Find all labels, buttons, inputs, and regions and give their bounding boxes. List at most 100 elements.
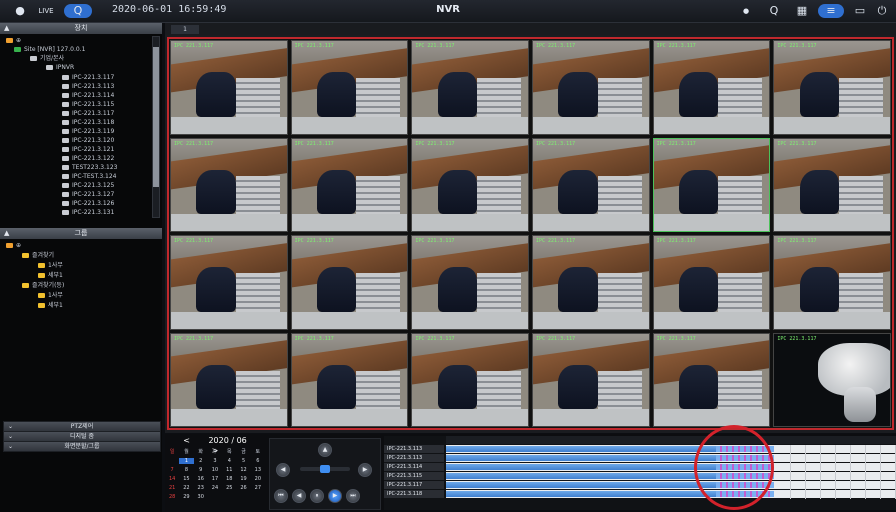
timeline-row[interactable] [446,445,896,453]
view-tab[interactable]: 1 [171,25,199,34]
user-icon[interactable]: ● [14,4,26,18]
pause-button[interactable]: ⏸ [310,489,324,503]
timeline-row[interactable] [446,463,896,471]
camera-tile[interactable]: IPC 221.3.117 [170,40,288,135]
calendar-day[interactable]: 10 [208,467,222,473]
camera-tile[interactable]: IPC 221.3.117 [773,332,891,427]
prev-month-button[interactable]: < [183,436,190,445]
camera-tile[interactable]: IPC 221.3.117 [170,235,288,330]
tree-item[interactable]: IPC-221.3.126 [62,200,114,208]
camera-tile[interactable]: IPC 221.3.117 [531,332,650,427]
tree-item[interactable]: IPC-221.3.125 [62,182,114,190]
tree-item[interactable]: Site [NVR] 127.0.0.1 [14,46,85,54]
group-section-header[interactable]: ▲ 그룹 [0,228,162,239]
group-item[interactable]: 세부1 [38,302,63,310]
timeline[interactable]: IPC-221.3.113 IPC-221.3.113 IPC-221.3.114 I… [384,436,896,510]
calendar-day[interactable]: 25 [222,485,236,491]
camera-tile[interactable]: IPC 221.3.117 [411,235,529,330]
record-icon[interactable]: ● [740,4,752,18]
collapse-icon[interactable]: ▲ [4,23,9,34]
step-back-button[interactable]: ◀ [292,489,306,503]
camera-tile[interactable]: IPC 221.3.117 [773,235,891,330]
camera-tile[interactable]: IPC 221.3.117 [531,235,650,330]
camera-tile[interactable]: IPC 221.3.117 [773,137,891,232]
group-item[interactable]: 1사무 [38,292,63,300]
group-item[interactable]: 세부1 [38,272,63,280]
camera-tile[interactable]: IPC 221.3.117 [411,40,529,135]
collapse-icon[interactable]: ▲ [4,228,9,239]
camera-tile[interactable]: IPC 221.3.117 [652,40,771,135]
tree-item[interactable]: IPC-221.3.114 [62,92,114,100]
camera-tile[interactable]: IPC 221.3.117 [290,40,409,135]
group-item[interactable]: 즐겨찾기 [22,252,54,260]
skip-start-button[interactable]: ⏮ [274,489,288,503]
camera-tile[interactable]: IPC 221.3.117 [290,137,409,232]
timeline-rows[interactable] [446,445,896,499]
calendar-day[interactable]: 18 [222,476,236,482]
calendar-day[interactable]: 27 [251,485,265,491]
calendar-day[interactable]: 8 [179,467,193,473]
camera-tile[interactable]: IPC 221.3.117 [531,137,650,232]
calendar-day[interactable]: 17 [208,476,222,482]
tree-item[interactable]: IPC-221.3.117 [62,74,114,82]
camera-tile[interactable]: IPC 221.3.117 [170,137,288,232]
calendar-day[interactable]: 24 [208,485,222,491]
tree-item[interactable]: IPC-221.3.122 [62,155,114,163]
tree-item[interactable]: IPC-221.3.117 [62,110,114,118]
calendar-day[interactable]: 26 [236,485,250,491]
tree-root[interactable]: ⊕ [6,37,21,45]
timeline-row[interactable] [446,472,896,480]
calendar-day[interactable]: 3 [208,458,222,464]
calendar-day[interactable]: 29 [179,494,193,500]
speed-slider[interactable] [300,465,350,473]
live-button[interactable]: LIVE [36,4,56,18]
timeline-row[interactable] [446,490,896,498]
timeline-channel-label[interactable]: IPC-221.3.114 [384,463,444,471]
camera-tile[interactable]: IPC 221.3.117 [290,332,409,427]
timeline-channel-label[interactable]: IPC-221.3.113 [384,454,444,462]
timeline-channel-label[interactable]: IPC-221.3.115 [384,472,444,480]
timeline-row[interactable] [446,454,896,462]
tree-item[interactable]: IPC-TEST.3.124 [62,173,117,181]
tree-item[interactable]: IPC-221.3.113 [62,83,114,91]
calendar-day[interactable]: 1 [179,458,194,464]
layout-icon[interactable]: ▦ [796,4,808,18]
device-tree-scrollbar[interactable] [152,36,160,218]
calendar-day[interactable]: 12 [236,467,250,473]
calendar-day[interactable]: 5 [236,458,250,464]
camera-tile[interactable]: IPC 221.3.117 [531,40,650,135]
calendar-day[interactable]: 2 [194,458,208,464]
calendar-day[interactable]: 19 [236,476,250,482]
calendar-day[interactable]: 6 [251,458,265,464]
calendar-day[interactable]: 4 [222,458,236,464]
layout-group-toggle[interactable]: ⌄ 화면분할/그룹 [3,441,161,452]
tree-item[interactable]: TEST223.3.123 [62,164,117,172]
play-button[interactable]: ▶ [328,489,342,503]
calendar-day[interactable]: 14 [165,476,179,482]
camera-tile[interactable]: IPC 221.3.117 [652,332,771,427]
timeline-row[interactable] [446,481,896,489]
tree-item[interactable]: IPC-221.3.120 [62,137,114,145]
tree-item[interactable]: IPC-221.3.115 [62,101,114,109]
search-button[interactable]: Q [64,4,92,18]
power-icon[interactable]: ⏻ [876,4,888,18]
skip-end-button[interactable]: ⏭ [346,489,360,503]
search-icon[interactable]: Q [768,4,780,18]
calendar-day[interactable]: 30 [194,494,208,500]
window-icon[interactable]: ▭ [854,4,866,18]
tree-item[interactable]: IPNVR [46,64,74,72]
camera-tile[interactable]: IPC 221.3.117 [773,40,891,135]
camera-tile[interactable]: IPC 221.3.117 [411,332,529,427]
calendar-day[interactable]: 13 [251,467,265,473]
calendar-day[interactable]: 21 [165,485,179,491]
tree-item[interactable]: IPC-221.3.131 [62,209,114,217]
tree-item[interactable]: 기업/본사 [30,55,64,63]
timeline-channel-label[interactable]: IPC-221.3.117 [384,481,444,489]
tree-root[interactable]: ⊕ [6,242,21,250]
timeline-channel-label[interactable]: IPC-221.3.118 [384,490,444,498]
menu-button[interactable]: ≡ [818,4,844,18]
calendar-day[interactable]: 20 [251,476,265,482]
rewind-button[interactable]: ◀ [276,463,290,477]
tree-item[interactable]: IPC-221.3.119 [62,128,114,136]
tree-item[interactable]: IPC-221.3.118 [62,119,114,127]
